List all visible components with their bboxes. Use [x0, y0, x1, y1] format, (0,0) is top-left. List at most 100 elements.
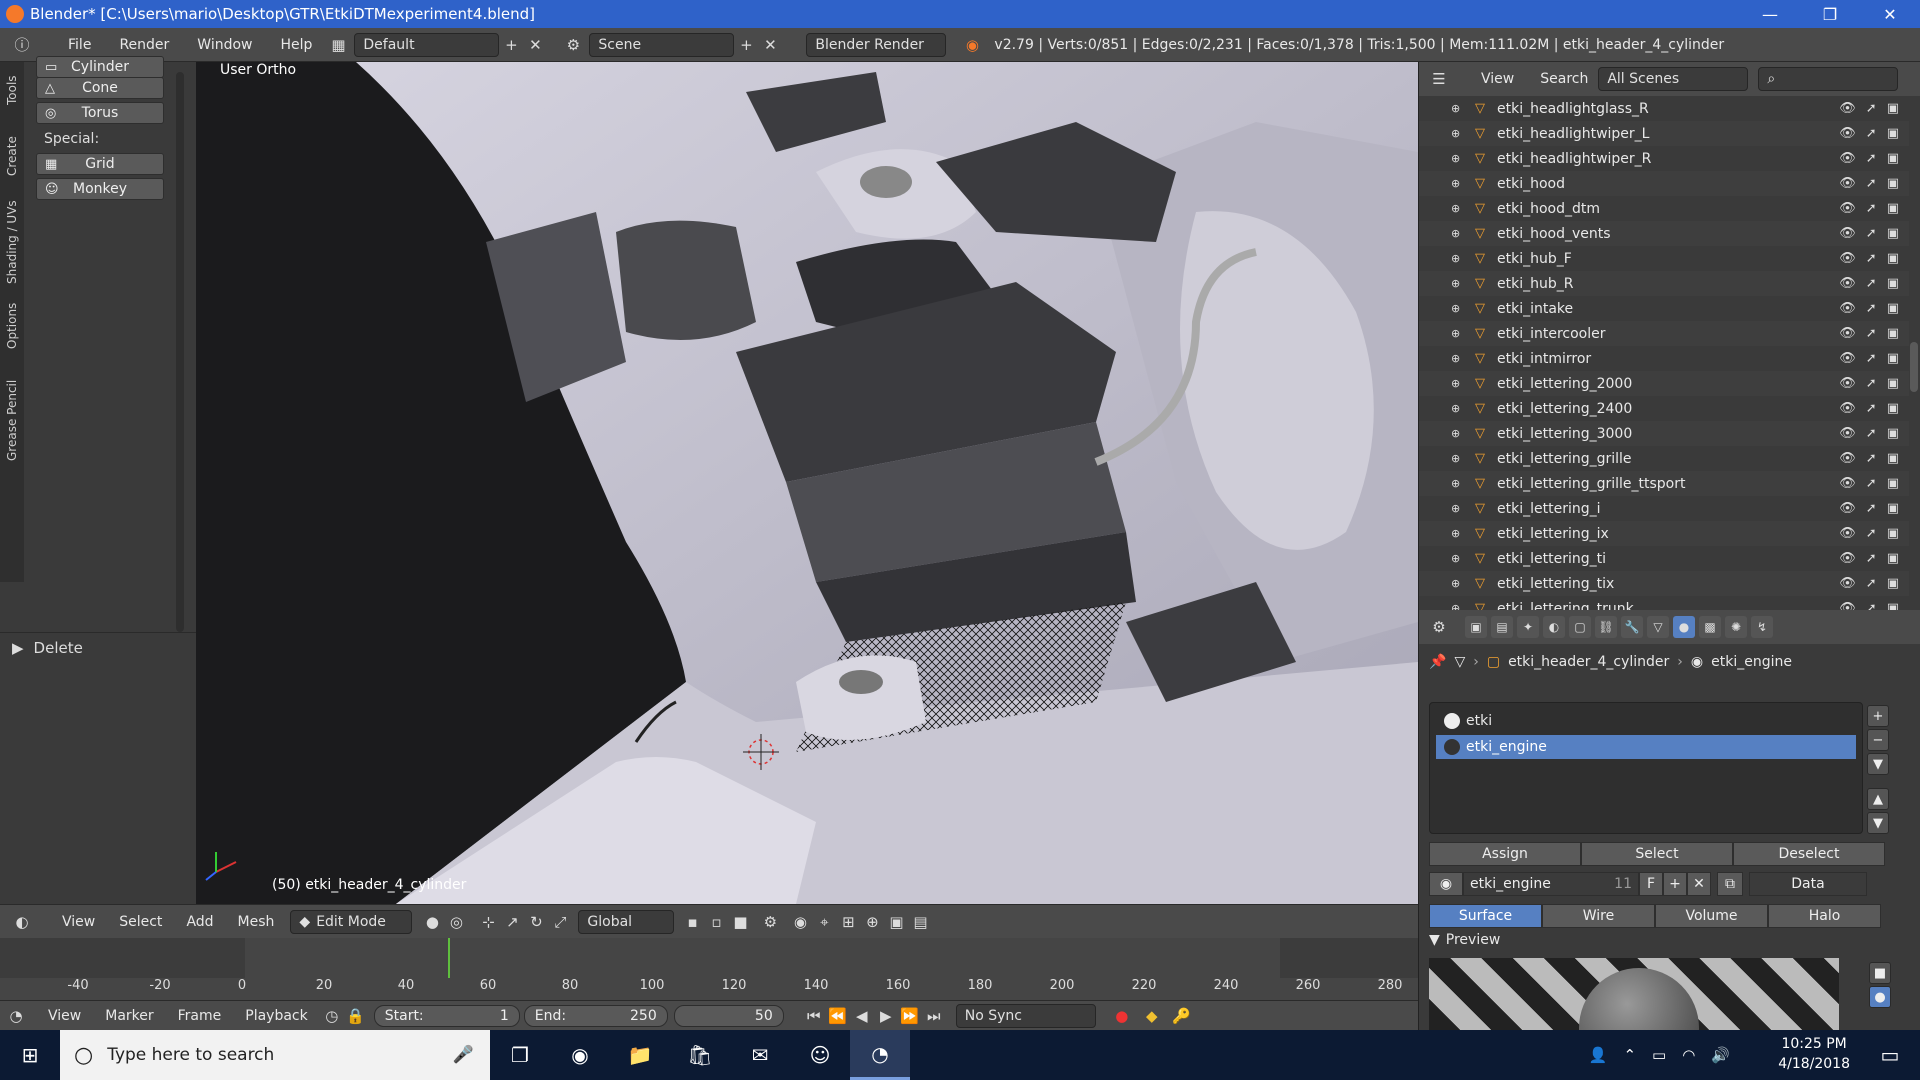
render-animation-icon[interactable]: ▤ [908, 910, 932, 934]
timeline-area[interactable] [0, 938, 1418, 978]
scene-tab-icon[interactable]: ✦ [1517, 616, 1539, 638]
outliner-scrollbar[interactable] [1910, 342, 1918, 392]
rotate-icon[interactable]: ↻ [524, 910, 548, 934]
render-camera-icon[interactable]: ▣ [1887, 451, 1899, 466]
tl-menu-frame[interactable]: Frame [178, 1008, 222, 1024]
scene-add-icon[interactable]: + [734, 33, 758, 57]
outliner-item-name[interactable]: etki_lettering_3000 [1497, 426, 1632, 442]
keyframe-insert-icon[interactable]: 🔑 [1170, 1004, 1194, 1028]
outliner-row[interactable]: ⊕ ▽ etki_hood_vents 👁 ➚ ▣ [1419, 221, 1909, 246]
render-camera-icon[interactable]: ▣ [1887, 551, 1899, 566]
visibility-eye-icon[interactable]: 👁 [1839, 176, 1856, 191]
outliner-item-name[interactable]: etki_lettering_grille [1497, 451, 1632, 467]
selectable-cursor-icon[interactable]: ➚ [1866, 476, 1877, 491]
render-camera-icon[interactable]: ▣ [1887, 326, 1899, 341]
render-camera-icon[interactable]: ▣ [1887, 526, 1899, 541]
outliner-item-name[interactable]: etki_intmirror [1497, 351, 1591, 367]
render-camera-icon[interactable]: ▣ [1887, 376, 1899, 391]
remove-slot-button[interactable]: − [1867, 729, 1889, 751]
outliner-item-name[interactable]: etki_intake [1497, 301, 1573, 317]
info-editor-icon[interactable]: ⓘ [10, 33, 34, 57]
visibility-eye-icon[interactable]: 👁 [1839, 501, 1856, 516]
face-select-icon[interactable]: ■ [728, 910, 752, 934]
tab-wire[interactable]: Wire [1542, 904, 1655, 928]
new-material-icon[interactable]: + [1663, 872, 1687, 896]
add-cone-button[interactable]: △ Cone [36, 77, 164, 99]
proportional-edit-icon[interactable]: ◉ [788, 910, 812, 934]
render-camera-icon[interactable]: ▣ [1887, 151, 1899, 166]
modifiers-tab-icon[interactable]: 🔧 [1621, 616, 1643, 638]
blender-taskbar-icon[interactable]: ◔ [850, 1030, 910, 1080]
material-slot-selected[interactable]: etki_engine [1436, 735, 1856, 759]
tl-menu-view[interactable]: View [48, 1008, 81, 1024]
add-slot-button[interactable]: + [1867, 705, 1889, 727]
visibility-eye-icon[interactable]: 👁 [1839, 251, 1856, 266]
selectable-cursor-icon[interactable]: ➚ [1866, 551, 1877, 566]
outliner-row[interactable]: ⊕ ▽ etki_hood_dtm 👁 ➚ ▣ [1419, 196, 1909, 221]
manipulator-icon[interactable]: ⊹ [476, 910, 500, 934]
layout-add-icon[interactable]: + [499, 33, 523, 57]
render-camera-icon[interactable]: ▣ [1887, 251, 1899, 266]
deselect-button[interactable]: Deselect [1733, 842, 1885, 866]
outliner-item-name[interactable]: etki_headlightwiper_L [1497, 126, 1649, 142]
expand-icon[interactable]: ⊕ [1451, 477, 1460, 490]
scene-select[interactable]: Scene [589, 32, 735, 57]
selectable-cursor-icon[interactable]: ➚ [1866, 401, 1877, 416]
outliner-row[interactable]: ⊕ ▽ etki_lettering_grille 👁 ➚ ▣ [1419, 446, 1909, 471]
selectable-cursor-icon[interactable]: ➚ [1866, 251, 1877, 266]
visibility-eye-icon[interactable]: 👁 [1839, 276, 1856, 291]
layers-tab-icon[interactable]: ▤ [1491, 616, 1513, 638]
mail-icon[interactable]: ✉ [730, 1030, 790, 1080]
particles-tab-icon[interactable]: ✺ [1725, 616, 1747, 638]
visibility-eye-icon[interactable]: 👁 [1839, 201, 1856, 216]
selectable-cursor-icon[interactable]: ➚ [1866, 576, 1877, 591]
render-preview-icon[interactable]: ▣ [884, 910, 908, 934]
outliner-search-field[interactable]: ⌕ [1758, 67, 1899, 91]
outliner-item-name[interactable]: etki_hood_vents [1497, 226, 1611, 242]
selectable-cursor-icon[interactable]: ➚ [1866, 151, 1877, 166]
move-slot-down-button[interactable]: ▼ [1867, 812, 1889, 834]
expand-icon[interactable]: ⊕ [1451, 102, 1460, 115]
expand-icon[interactable]: ⊕ [1451, 302, 1460, 315]
link-select[interactable]: Data [1749, 872, 1867, 896]
visibility-eye-icon[interactable]: 👁 [1839, 376, 1856, 391]
expand-icon[interactable]: ⊕ [1451, 177, 1460, 190]
selectable-cursor-icon[interactable]: ➚ [1866, 376, 1877, 391]
jump-end-icon[interactable]: ⏭ [922, 1004, 946, 1028]
snap-target-icon[interactable]: ⊕ [860, 910, 884, 934]
selectable-cursor-icon[interactable]: ➚ [1866, 276, 1877, 291]
scene-icon[interactable]: ⚙ [561, 33, 585, 57]
add-monkey-button[interactable]: ☺ Monkey [36, 178, 164, 200]
render-camera-icon[interactable]: ▣ [1887, 401, 1899, 416]
render-camera-icon[interactable]: ▣ [1887, 601, 1899, 610]
visibility-eye-icon[interactable]: 👁 [1839, 401, 1856, 416]
selectable-cursor-icon[interactable]: ➚ [1866, 326, 1877, 341]
visibility-eye-icon[interactable]: 👁 [1839, 151, 1856, 166]
expand-icon[interactable]: ⊕ [1451, 527, 1460, 540]
3d-viewport[interactable]: User Ortho (50) etki_header_4_cylinder [196, 62, 1418, 904]
outliner-row[interactable]: ⊕ ▽ etki_hub_F 👁 ➚ ▣ [1419, 246, 1909, 271]
outliner-item-name[interactable]: etki_lettering_tix [1497, 576, 1614, 592]
assign-button[interactable]: Assign [1429, 842, 1581, 866]
file-explorer-icon[interactable]: 📁 [610, 1030, 670, 1080]
constraints-tab-icon[interactable]: ⛓ [1595, 616, 1617, 638]
tab-create[interactable]: Create [0, 124, 24, 188]
prev-keyframe-icon[interactable]: ⏪ [826, 1004, 850, 1028]
task-view-icon[interactable]: ❐ [490, 1030, 550, 1080]
windows-start-icon[interactable]: ⊞ [0, 1030, 60, 1080]
selectable-cursor-icon[interactable]: ➚ [1866, 201, 1877, 216]
layout-select[interactable]: Default [354, 32, 500, 57]
outliner-item-name[interactable]: etki_lettering_trunk [1497, 601, 1634, 611]
edge-select-icon[interactable]: ▫ [704, 910, 728, 934]
wifi-icon[interactable]: ◠ [1682, 1046, 1695, 1064]
visibility-eye-icon[interactable]: 👁 [1839, 576, 1856, 591]
pivot-point-icon[interactable]: ◎ [444, 910, 468, 934]
tab-volume[interactable]: Volume [1655, 904, 1768, 928]
outliner-item-name[interactable]: etki_intercooler [1497, 326, 1606, 342]
chrome-icon[interactable]: ◉ [550, 1030, 610, 1080]
selectable-cursor-icon[interactable]: ➚ [1866, 226, 1877, 241]
close-button[interactable]: ✕ [1860, 0, 1920, 28]
tab-shading-uvs[interactable]: Shading / UVs [0, 192, 24, 292]
visibility-eye-icon[interactable]: 👁 [1839, 526, 1856, 541]
translate-icon[interactable]: ↗ [500, 910, 524, 934]
